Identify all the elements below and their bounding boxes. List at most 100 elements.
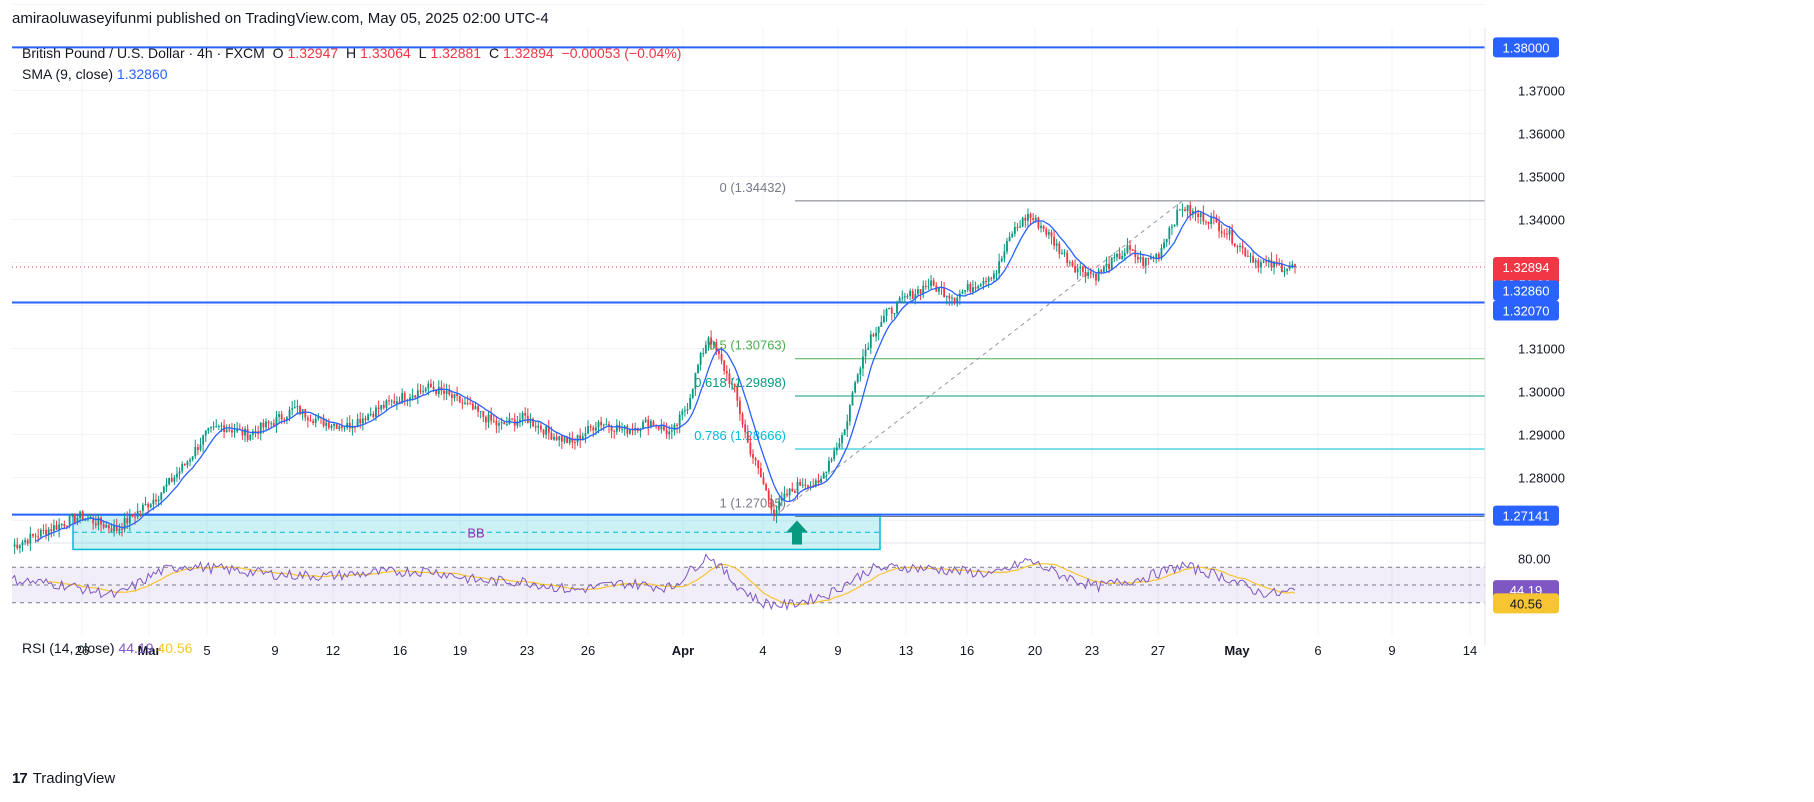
- candle-body: [668, 431, 671, 435]
- candle-body: [534, 426, 537, 428]
- candle-body: [335, 423, 338, 429]
- candle-body: [1202, 212, 1205, 222]
- close-value: 1.32894: [503, 45, 554, 61]
- time-tick-label: 14: [1463, 643, 1477, 658]
- candle-body: [560, 436, 563, 442]
- candle-body: [1110, 257, 1113, 270]
- candle-body: [563, 437, 566, 442]
- time-axis[interactable]: 26 Mar 5 9 12 16 19 23 26 Apr 4 9 13 16 20 23 27 May 6 9 14: [75, 643, 1477, 658]
- tradingview-brand[interactable]: 17 TradingView: [12, 770, 115, 787]
- candle-body: [500, 422, 503, 424]
- candle-body: [301, 409, 304, 415]
- candle-body: [359, 418, 362, 424]
- candle-body: [1050, 232, 1053, 237]
- candle-body: [788, 488, 791, 496]
- candle-body: [207, 428, 210, 431]
- candle-body: [505, 424, 508, 426]
- candle-body: [1011, 233, 1014, 237]
- candle-body: [924, 285, 927, 288]
- candle-body: [314, 418, 317, 423]
- candle-body: [395, 401, 398, 404]
- candle-body: [917, 289, 919, 295]
- candle-body: [1058, 243, 1061, 254]
- candle-body: [220, 425, 223, 427]
- candle-body: [660, 425, 663, 430]
- candle-body: [752, 454, 754, 459]
- candle-body: [1013, 226, 1016, 234]
- candle-body: [670, 430, 673, 432]
- time-tick-label: 16: [960, 643, 974, 658]
- candle-body: [833, 450, 836, 460]
- candle-body: [280, 414, 283, 420]
- candle-body: [1108, 263, 1111, 270]
- chart-canvas[interactable]: 0 (1.34432)0.5 (1.30763)0.618 (1.29898)0…: [0, 0, 1814, 802]
- candle-body: [715, 341, 718, 351]
- candle-body: [1034, 217, 1037, 220]
- open-label: O: [272, 45, 284, 61]
- candle-body: [961, 291, 964, 294]
- candle-body: [851, 392, 854, 406]
- candle-body: [966, 284, 969, 291]
- candle-body: [1121, 256, 1124, 259]
- candle-body: [1197, 213, 1200, 217]
- candle-body: [288, 409, 291, 418]
- candle-body: [1199, 212, 1202, 217]
- candle-body: [173, 477, 176, 482]
- candle-body: [699, 353, 702, 365]
- candle-body: [1218, 222, 1220, 232]
- candle-body: [995, 273, 998, 275]
- candle-body: [922, 285, 925, 294]
- time-tick-label: 9: [1388, 643, 1395, 658]
- candle-body: [1066, 252, 1069, 263]
- candle-body: [364, 418, 367, 421]
- candle-body: [212, 426, 215, 428]
- bb-zone[interactable]: BB: [72, 514, 881, 551]
- candle-body: [479, 411, 482, 413]
- candle-body: [898, 298, 901, 302]
- candle-body: [1260, 262, 1262, 268]
- candle-body: [644, 419, 647, 422]
- candle-body: [503, 422, 506, 425]
- candle-body: [24, 540, 27, 543]
- candle-body: [490, 414, 493, 421]
- candle-body: [796, 482, 799, 493]
- candle-body: [79, 511, 81, 519]
- candle-body: [869, 334, 872, 348]
- candle-body: [1176, 210, 1179, 225]
- candle-body: [443, 390, 445, 394]
- price-tick-label: 1.35000: [1518, 169, 1565, 184]
- candle-body: [1283, 270, 1286, 273]
- horizontal-levels[interactable]: [12, 46, 1485, 516]
- fib-level-label: 0.786 (1.28666): [694, 428, 786, 443]
- candle-body: [272, 423, 275, 426]
- sma-price-badge: 1.32860: [1503, 284, 1550, 299]
- open-value: 1.32947: [287, 45, 339, 61]
- candle-body: [1068, 262, 1071, 264]
- candle-body: [610, 426, 613, 432]
- candle-body: [1019, 226, 1021, 228]
- candle-body: [697, 364, 699, 374]
- candle-body: [231, 430, 233, 433]
- candle-body: [733, 383, 736, 387]
- time-tick-label: 9: [271, 643, 278, 658]
- candle-body: [461, 402, 464, 404]
- candle-body: [168, 477, 171, 485]
- candle-body: [979, 284, 982, 287]
- candle-body: [1144, 257, 1147, 267]
- price-axis[interactable]: 1.37000 1.36000 1.35000 1.34000 1.31000 1.300…: [1484, 28, 1565, 645]
- candle-body: [134, 516, 136, 518]
- candle-body: [647, 419, 650, 428]
- candle-body: [862, 356, 864, 369]
- candle-body: [427, 383, 430, 389]
- candle-body: [985, 280, 987, 282]
- fib-level-label: 1 (1.27095): [720, 496, 787, 511]
- candle-body: [1055, 243, 1058, 246]
- candle-body: [1184, 209, 1186, 212]
- candle-body: [629, 429, 631, 434]
- candle-body: [1189, 205, 1192, 215]
- candle-body: [778, 500, 781, 510]
- time-tick-label: 16: [393, 643, 407, 658]
- candle-body: [498, 423, 500, 426]
- candle-body: [877, 326, 880, 333]
- candle-body: [835, 447, 838, 451]
